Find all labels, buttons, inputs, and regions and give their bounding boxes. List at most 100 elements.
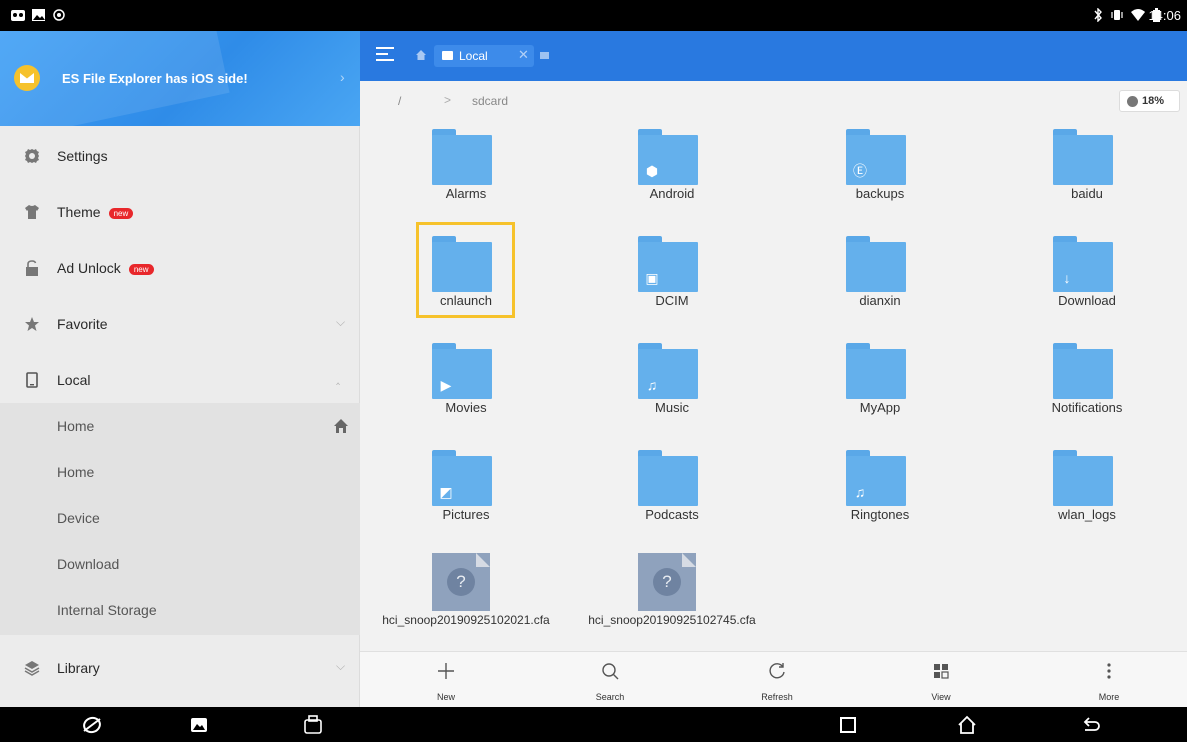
layers-icon (24, 661, 40, 676)
local-submenu: Home Home Device Download Internal Stora… (0, 403, 360, 635)
refresh-icon (769, 663, 785, 679)
back-icon[interactable] (1080, 714, 1102, 736)
image-notification-icon (32, 9, 45, 21)
folder-item[interactable]: MyApp (780, 335, 980, 435)
tab-local[interactable]: Local ✕ (434, 45, 534, 67)
local-item-device[interactable]: Device (0, 495, 360, 541)
wifi-icon (1131, 9, 1145, 21)
local-item-internal-storage[interactable]: Internal Storage (0, 587, 360, 633)
sidebar-item-theme[interactable]: Theme new (0, 185, 360, 241)
folder-icon (846, 343, 906, 399)
folder-icon: ◩ (432, 450, 492, 506)
folder-item[interactable]: Alarms (366, 121, 566, 221)
file-name: Ringtones (850, 507, 910, 522)
menu-icon[interactable] (376, 47, 394, 61)
local-item-home[interactable]: Home (0, 403, 360, 449)
new-badge: new (108, 207, 134, 219)
sidebar-item-library[interactable]: Library ⌵ (0, 641, 360, 697)
app-window: ES File Explorer has iOS side! › Setting… (0, 31, 1187, 707)
file-name: Alarms (445, 186, 487, 201)
breadcrumb-current[interactable]: sdcard (472, 94, 508, 108)
gallery-icon[interactable] (188, 714, 210, 736)
sidebar-item-ad-unlock[interactable]: Ad Unlock new (0, 241, 360, 297)
home-icon[interactable] (956, 714, 978, 736)
storage-usage-badge[interactable]: 18% (1119, 90, 1180, 112)
sidebar-item-label: Ad Unlock (57, 260, 121, 276)
home-icon[interactable] (333, 418, 349, 434)
toolbar: Local ✕ (360, 31, 1187, 81)
browser-icon[interactable] (81, 714, 103, 736)
new-window-icon[interactable] (540, 52, 549, 59)
folder-item[interactable]: cnlaunch (366, 228, 566, 328)
refresh-button[interactable]: Refresh (737, 652, 817, 708)
chevron-down-icon[interactable]: ⌵ (336, 659, 345, 674)
folder-item[interactable]: ⬢ Android (572, 121, 772, 221)
folder-item[interactable]: Ⓔbackups (780, 121, 980, 221)
phone-icon (26, 372, 38, 388)
search-button[interactable]: Search (570, 652, 650, 708)
unlock-icon (26, 260, 38, 276)
music-icon: ♫ (646, 377, 658, 393)
folder-item[interactable]: baidu (987, 121, 1187, 221)
folder-icon (442, 51, 453, 60)
chevron-down-icon[interactable]: ⌵ (336, 315, 345, 330)
folder-icon (1053, 129, 1113, 185)
home-icon[interactable] (416, 50, 426, 60)
local-item-label: Internal Storage (57, 602, 157, 618)
file-item[interactable]: ? hci_snoop20190925102021.cfa (366, 549, 566, 649)
sidebar-item-settings[interactable]: Settings (0, 129, 360, 185)
local-item-home-2[interactable]: Home (0, 449, 360, 495)
local-item-label: Download (57, 556, 120, 572)
close-icon[interactable]: ✕ (518, 47, 529, 63)
unknown-file-icon: ? (638, 553, 696, 611)
sidebar-item-local[interactable]: Local ‸ (0, 353, 360, 409)
sidebar-item-favorite[interactable]: Favorite ⌵ (0, 297, 360, 353)
folder-icon: ♫ (638, 343, 698, 399)
local-item-label: Device (57, 510, 100, 526)
new-badge: new (128, 263, 154, 275)
file-name: backups (855, 186, 905, 201)
folder-icon: Ⓔ (846, 129, 906, 185)
folder-item[interactable]: wlan_logs (987, 442, 1187, 542)
folder-item[interactable]: ♫ Ringtones (780, 442, 980, 542)
action-label: More (1098, 692, 1120, 702)
action-label: View (931, 692, 951, 702)
storage-percent: 18% (1142, 95, 1165, 107)
action-label: Refresh (761, 692, 793, 702)
folder-item[interactable]: Podcasts (572, 442, 772, 542)
recent-apps-icon[interactable] (837, 714, 859, 736)
status-bar: 14:06 (0, 0, 1187, 31)
promo-text: ES File Explorer has iOS side! (62, 71, 248, 86)
download-icon: ↓ (1063, 270, 1071, 286)
folder-item[interactable]: ▣ DCIM (572, 228, 772, 328)
folder-item[interactable]: Notifications (987, 335, 1187, 435)
vci-icon[interactable] (302, 714, 324, 736)
view-button[interactable]: View (901, 652, 981, 708)
play-icon: ▶ (440, 377, 452, 393)
action-bar: New Search Refresh View More (360, 651, 1187, 707)
folder-item[interactable]: ◩ Pictures (366, 442, 566, 542)
promo-banner[interactable]: ES File Explorer has iOS side! › (0, 31, 360, 126)
notification-app-icon (11, 10, 25, 21)
folder-icon (1053, 450, 1113, 506)
gear-icon: ⬢ (645, 163, 659, 179)
new-button[interactable]: New (406, 652, 486, 708)
folder-item[interactable]: ▶ Movies (366, 335, 566, 435)
file-item[interactable]: ? hci_snoop20190925102745.cfa (572, 549, 772, 649)
file-name: Podcasts (645, 507, 699, 522)
file-name: Movies (445, 400, 487, 415)
folder-item[interactable]: dianxin (780, 228, 980, 328)
folder-item[interactable]: ♫ Music (572, 335, 772, 435)
folder-item[interactable]: ↓ Download (987, 228, 1187, 328)
chevron-right-icon: > (444, 93, 452, 107)
local-item-download[interactable]: Download (0, 541, 360, 587)
system-nav-bar (0, 707, 1187, 742)
more-button[interactable]: More (1069, 652, 1149, 708)
sidebar-item-label: Favorite (57, 316, 108, 332)
file-name: DCIM (655, 293, 689, 308)
folder-icon: ▶ (432, 343, 492, 399)
chevron-up-icon[interactable]: ‸ (336, 371, 340, 385)
bluetooth-icon (1094, 8, 1102, 22)
file-name: hci_snoop20190925102021.cfa (382, 613, 550, 627)
breadcrumb-root[interactable]: / (398, 94, 401, 108)
